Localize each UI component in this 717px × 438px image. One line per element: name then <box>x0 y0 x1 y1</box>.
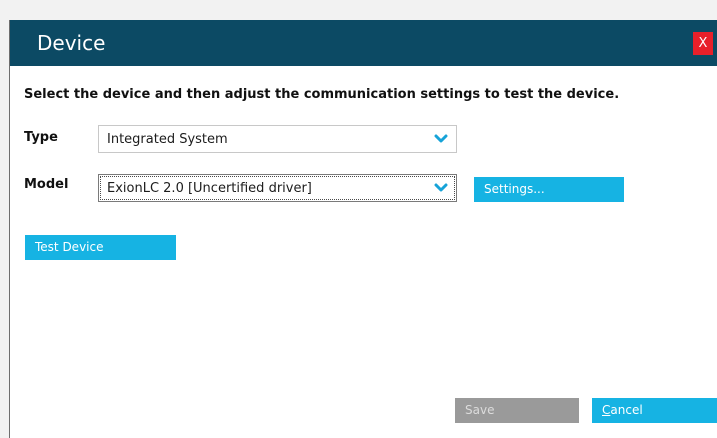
instruction-text: Select the device and then adjust the co… <box>24 87 620 102</box>
dialog-titlebar[interactable]: Device X <box>10 20 717 66</box>
type-select-value: Integrated System <box>107 132 228 147</box>
test-device-button[interactable]: Test Device <box>25 235 176 260</box>
type-select[interactable]: Integrated System <box>98 125 457 153</box>
dialog-title: Device <box>37 31 106 55</box>
model-label: Model <box>24 177 69 192</box>
model-select-value: ExionLC 2.0 [Uncertified driver] <box>107 181 312 196</box>
app-background: Device X Select the device and then adju… <box>0 0 717 438</box>
model-select[interactable]: ExionLC 2.0 [Uncertified driver] <box>98 174 457 202</box>
device-dialog: Device X Select the device and then adju… <box>9 20 717 438</box>
chevron-down-icon <box>434 183 448 192</box>
settings-button[interactable]: Settings... <box>474 177 624 202</box>
save-button[interactable]: Save <box>455 398 579 423</box>
cancel-button[interactable]: Cancel <box>592 398 717 423</box>
type-label: Type <box>24 130 58 145</box>
close-button[interactable]: X <box>693 32 713 55</box>
chevron-down-icon <box>434 134 448 143</box>
